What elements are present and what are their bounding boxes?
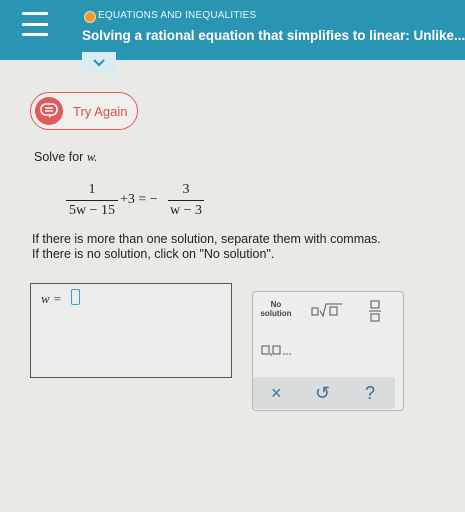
expand-header-button[interactable] bbox=[82, 52, 116, 74]
progress-status-icon bbox=[84, 11, 96, 23]
instruction-no-solution: If there is no solution, click on "No so… bbox=[32, 247, 275, 261]
menu-icon[interactable] bbox=[22, 12, 48, 36]
prompt-variable: w. bbox=[86, 150, 98, 164]
fraction-left-denominator: 5w − 15 bbox=[68, 203, 115, 218]
top-header: EQUATIONS AND INEQUALITIES Solving a rat… bbox=[0, 0, 465, 60]
square-root-icon[interactable] bbox=[311, 303, 343, 317]
undo-button[interactable]: ↺ bbox=[315, 383, 330, 404]
topic-label: EQUATIONS AND INEQUALITIES bbox=[98, 10, 257, 21]
no-solution-button[interactable]: No solution bbox=[259, 300, 293, 318]
try-again-button[interactable]: Try Again bbox=[30, 92, 138, 130]
fraction-right-numerator: 3 bbox=[182, 182, 190, 197]
chat-bubble-icon bbox=[35, 97, 63, 125]
fraction-right-denominator: w − 3 bbox=[169, 203, 202, 218]
comma-list-icon[interactable] bbox=[261, 344, 293, 356]
instructions: If there is more than one solution, sepa… bbox=[32, 232, 381, 262]
try-again-label: Try Again bbox=[73, 104, 128, 119]
instruction-multiple: If there is more than one solution, sepa… bbox=[32, 232, 381, 246]
answer-variable-label: w = bbox=[41, 291, 62, 306]
answer-input[interactable] bbox=[71, 289, 80, 305]
equation-middle: +3 = − bbox=[120, 192, 158, 207]
math-keypad: No solution × ↺ ? bbox=[252, 291, 404, 411]
clear-button[interactable]: × bbox=[271, 383, 282, 404]
lesson-title: Solving a rational equation that simplif… bbox=[82, 28, 465, 43]
fraction-left: 1 5w − 15 bbox=[66, 182, 118, 221]
answer-input-area[interactable]: w = bbox=[30, 283, 232, 378]
fraction-left-numerator: 1 bbox=[88, 182, 96, 197]
chevron-down-icon bbox=[93, 59, 105, 67]
fraction-icon[interactable] bbox=[369, 300, 381, 322]
keypad-action-bar: × ↺ ? bbox=[253, 377, 395, 409]
fraction-right: 3 w − 3 bbox=[168, 182, 204, 221]
problem-prompt: Solve for w. bbox=[34, 150, 98, 164]
help-button[interactable]: ? bbox=[365, 383, 375, 404]
